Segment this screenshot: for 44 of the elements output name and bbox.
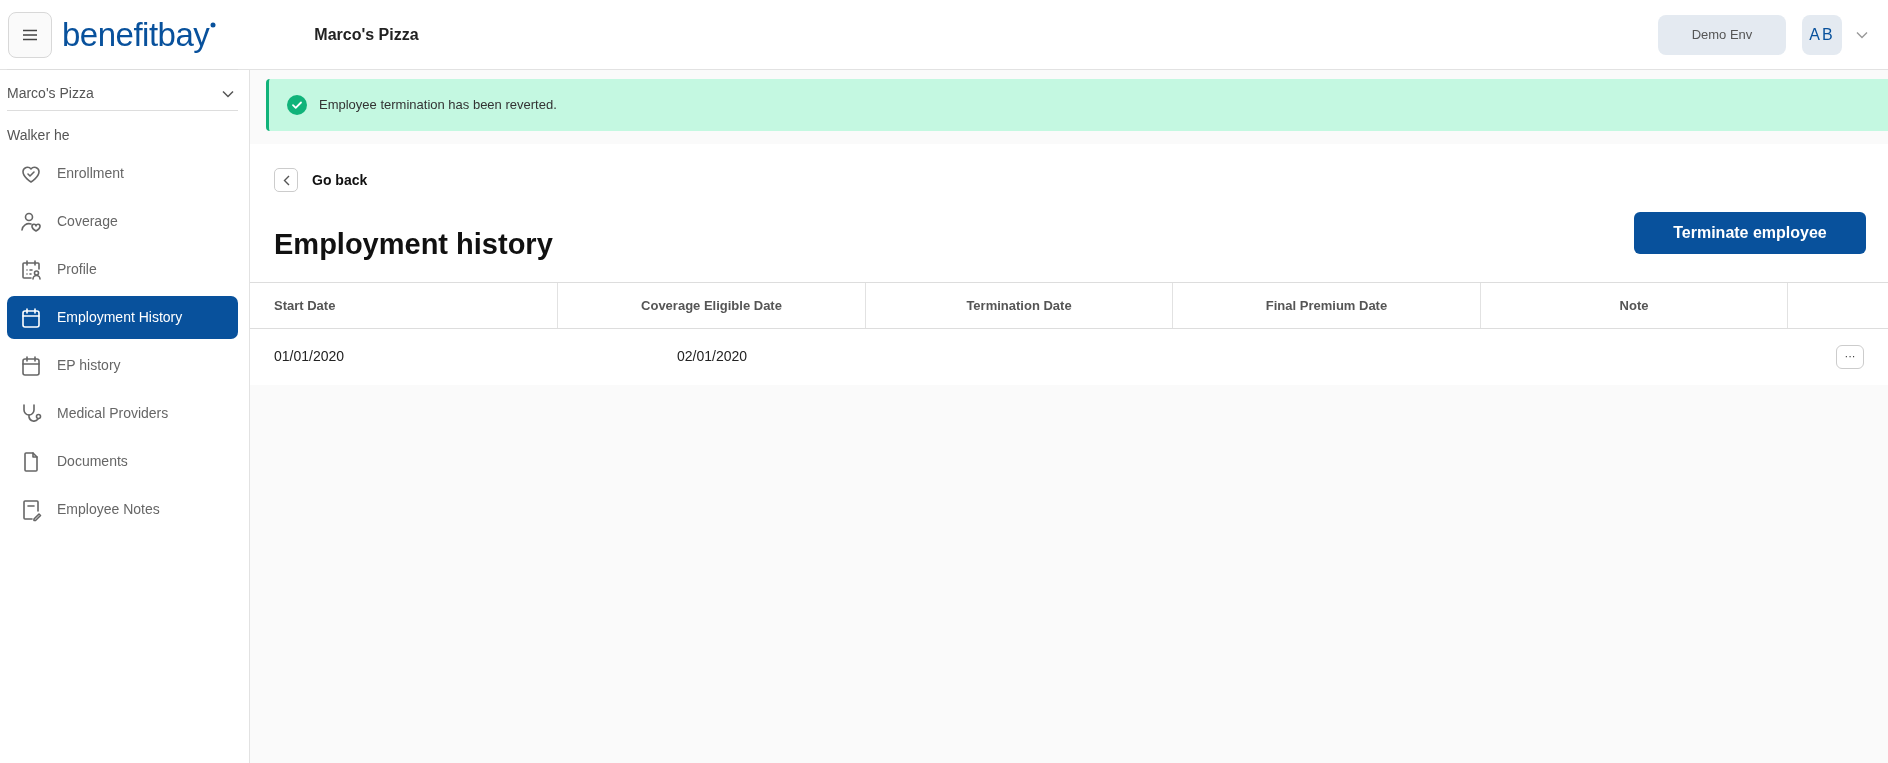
sidebar-item-label: Coverage xyxy=(57,212,118,231)
sidebar-item[interactable]: Medical Providers xyxy=(7,392,238,435)
sidebar-item-label: Employee Notes xyxy=(57,500,160,519)
sidebar-item-label: Documents xyxy=(57,452,128,471)
environment-button[interactable]: Demo Env xyxy=(1658,14,1786,55)
column-header: Start Date xyxy=(274,296,336,315)
page-title: Employment history xyxy=(274,227,553,262)
back-button[interactable] xyxy=(274,168,298,192)
sidebar-item-label: Profile xyxy=(57,260,97,279)
sidebar-item[interactable]: Enrollment xyxy=(7,152,238,195)
chevron-down-icon[interactable] xyxy=(1856,30,1868,39)
row-actions-button[interactable]: ··· xyxy=(1836,344,1864,369)
company-select[interactable]: Marco's Pizza xyxy=(7,69,238,111)
sidebar-item[interactable]: Coverage xyxy=(7,200,238,243)
sidebar-item[interactable]: EP history xyxy=(7,344,238,387)
column-header: Termination Date xyxy=(966,296,1072,315)
go-back-link[interactable]: Go back xyxy=(312,169,368,191)
sidebar-item-label: Enrollment xyxy=(57,164,124,183)
check-circle-icon xyxy=(287,95,307,115)
sidebar-item[interactable]: Employee Notes xyxy=(7,488,238,531)
column-header: Note xyxy=(1619,296,1649,315)
logo: benefitbay xyxy=(62,18,210,51)
table-cell-text: 02/01/2020 xyxy=(676,347,748,367)
menu-icon xyxy=(22,28,38,41)
sidebar-item-label: EP history xyxy=(57,356,121,375)
terminate-employee-button[interactable]: Terminate employee xyxy=(1634,212,1866,254)
calendar-icon xyxy=(19,305,43,330)
alert-message: Employee termination has been reverted. xyxy=(319,96,557,115)
chevron-down-icon xyxy=(222,89,234,98)
chevron-left-icon xyxy=(282,174,290,186)
employee-name: Walker he xyxy=(7,126,71,145)
sidebar-item-label: Medical Providers xyxy=(57,404,169,423)
avatar[interactable]: AB xyxy=(1802,14,1842,55)
calendar-person-icon xyxy=(19,257,43,282)
sidebar-item[interactable]: Documents xyxy=(7,440,238,483)
sidebar-item[interactable]: Employment History xyxy=(7,296,238,339)
menu-button[interactable] xyxy=(8,11,52,58)
calendar-icon xyxy=(19,353,43,378)
column-header: Final Premium Date xyxy=(1265,296,1388,315)
sidebar-item[interactable]: Profile xyxy=(7,248,238,291)
company-name: Marco's Pizza xyxy=(314,24,419,45)
column-header: Coverage Eligible Date xyxy=(641,296,782,315)
table-cell-text: 01/01/2020 xyxy=(274,347,345,367)
sidebar-item-label: Employment History xyxy=(57,308,183,327)
